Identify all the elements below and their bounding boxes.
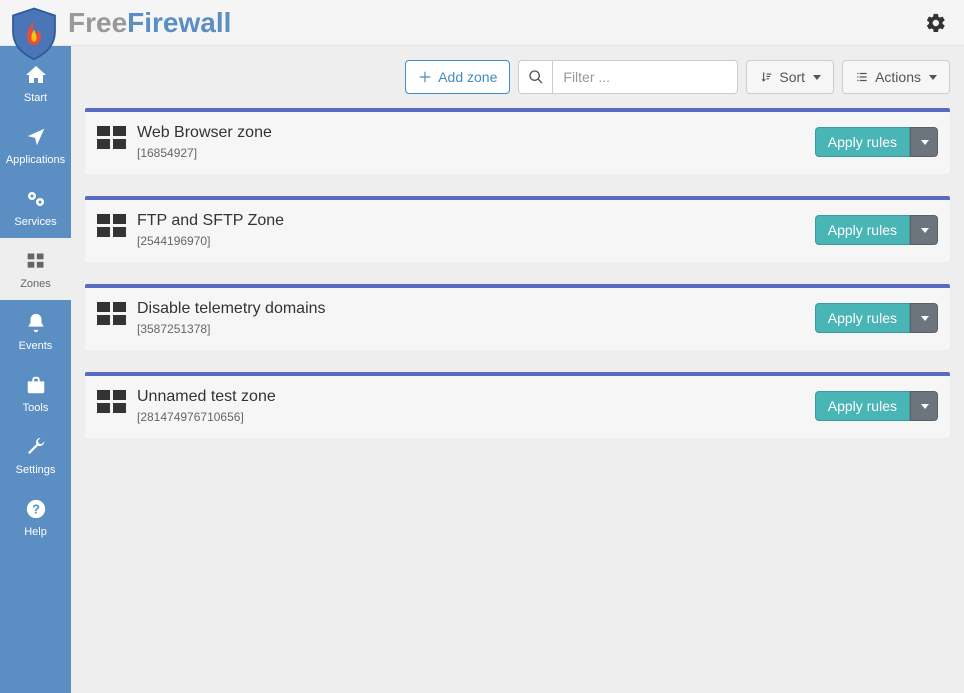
zone-card: Web Browser zone [16854927] Apply rules <box>85 108 950 174</box>
sort-button[interactable]: Sort <box>746 60 834 94</box>
cursor-icon <box>23 124 49 150</box>
main-content: Add zone Sort Actions <box>71 46 964 693</box>
list-icon <box>855 70 869 84</box>
chevron-down-icon <box>921 404 929 409</box>
apply-rules-button[interactable]: Apply rules <box>815 215 910 245</box>
zone-card: FTP and SFTP Zone [2544196970] Apply rul… <box>85 196 950 262</box>
brand-logo: FreeFirewall <box>6 0 231 51</box>
zone-title: Unnamed test zone <box>137 388 276 406</box>
zone-card: Unnamed test zone [281474976710656] Appl… <box>85 372 950 438</box>
apply-rules-dropdown[interactable] <box>910 391 938 421</box>
sidebar-item-help[interactable]: ? Help <box>0 486 71 548</box>
sidebar-item-label: Services <box>14 216 56 228</box>
sidebar-item-label: Events <box>19 340 53 352</box>
grid-icon <box>97 302 127 326</box>
apply-rules-split-button: Apply rules <box>815 215 938 245</box>
apply-rules-dropdown[interactable] <box>910 215 938 245</box>
chevron-down-icon <box>921 228 929 233</box>
grid-icon <box>97 126 127 150</box>
zone-id: [3587251378] <box>137 322 326 336</box>
apply-rules-button[interactable]: Apply rules <box>815 391 910 421</box>
grid-icon <box>97 214 127 238</box>
brand-title: FreeFirewall <box>68 9 231 37</box>
zone-id: [16854927] <box>137 146 272 160</box>
apply-rules-split-button: Apply rules <box>815 303 938 333</box>
brand-part2: Firewall <box>127 7 231 38</box>
apply-rules-split-button: Apply rules <box>815 391 938 421</box>
sidebar-item-settings[interactable]: Settings <box>0 424 71 486</box>
sidebar-item-applications[interactable]: Applications <box>0 114 71 176</box>
grid-icon <box>97 390 127 414</box>
zone-id: [2544196970] <box>137 234 284 248</box>
toolbar: Add zone Sort Actions <box>85 46 950 108</box>
app-header: FreeFirewall <box>0 0 964 46</box>
shield-flame-icon <box>6 5 62 61</box>
sidebar-item-zones[interactable]: Zones <box>0 238 71 300</box>
sidebar-item-tools[interactable]: Tools <box>0 362 71 424</box>
gears-icon <box>23 186 49 212</box>
bell-icon <box>23 310 49 336</box>
sidebar-item-label: Start <box>24 92 47 104</box>
zone-title: FTP and SFTP Zone <box>137 212 284 230</box>
sidebar-item-label: Zones <box>20 278 51 290</box>
sidebar-item-services[interactable]: Services <box>0 176 71 238</box>
sidebar-item-label: Applications <box>6 154 65 166</box>
zone-id: [281474976710656] <box>137 410 276 424</box>
chevron-down-icon <box>813 75 821 80</box>
sort-icon <box>759 70 773 84</box>
toolbox-icon <box>23 372 49 398</box>
gear-icon <box>925 12 947 34</box>
sort-label: Sort <box>779 67 805 87</box>
add-zone-button[interactable]: Add zone <box>405 60 510 94</box>
grid-icon <box>23 248 49 274</box>
chevron-down-icon <box>921 316 929 321</box>
actions-label: Actions <box>875 67 921 87</box>
zone-title: Disable telemetry domains <box>137 300 326 318</box>
apply-rules-split-button: Apply rules <box>815 127 938 157</box>
brand-part1: Free <box>68 7 127 38</box>
chevron-down-icon <box>929 75 937 80</box>
search-icon <box>528 69 544 85</box>
add-zone-label: Add zone <box>438 67 497 87</box>
home-icon <box>23 62 49 88</box>
filter-search <box>518 60 738 94</box>
sidebar-item-start[interactable]: Start <box>0 52 71 114</box>
apply-rules-button[interactable]: Apply rules <box>815 127 910 157</box>
filter-input[interactable] <box>552 60 738 94</box>
sidebar-item-label: Tools <box>23 402 49 414</box>
zone-list: Web Browser zone [16854927] Apply rules <box>85 108 950 438</box>
svg-text:?: ? <box>32 502 40 517</box>
zone-title: Web Browser zone <box>137 124 272 142</box>
zone-card: Disable telemetry domains [3587251378] A… <box>85 284 950 350</box>
apply-rules-dropdown[interactable] <box>910 127 938 157</box>
actions-button[interactable]: Actions <box>842 60 950 94</box>
sidebar-item-events[interactable]: Events <box>0 300 71 362</box>
settings-gear-button[interactable] <box>922 9 950 37</box>
plus-icon <box>418 70 432 84</box>
sidebar-item-label: Help <box>24 526 47 538</box>
wrench-icon <box>23 434 49 460</box>
help-icon: ? <box>23 496 49 522</box>
apply-rules-dropdown[interactable] <box>910 303 938 333</box>
apply-rules-button[interactable]: Apply rules <box>815 303 910 333</box>
sidebar-item-label: Settings <box>16 464 56 476</box>
sidebar: Start Applications Services Zones <box>0 46 71 693</box>
chevron-down-icon <box>921 140 929 145</box>
search-icon-box[interactable] <box>518 60 552 94</box>
